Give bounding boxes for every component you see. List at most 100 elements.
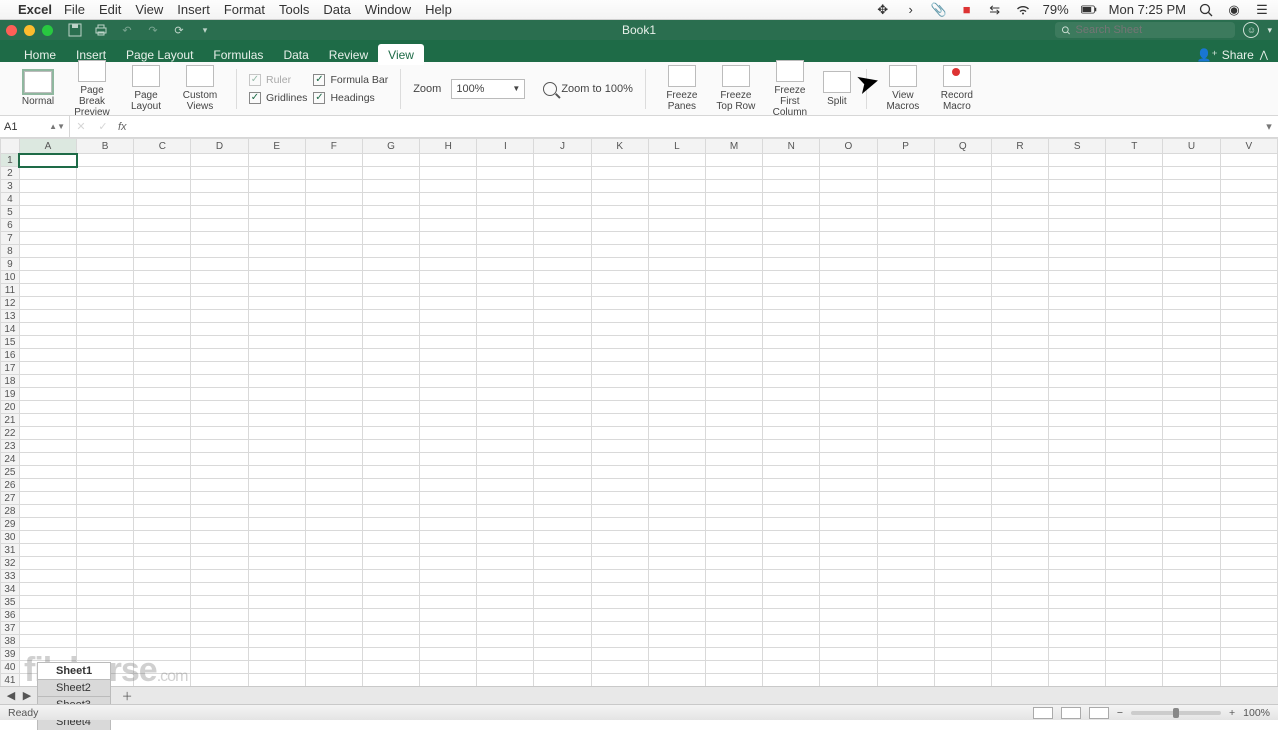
column-header[interactable]: Q bbox=[934, 139, 991, 154]
cell[interactable] bbox=[477, 245, 534, 258]
cell[interactable] bbox=[477, 180, 534, 193]
menu-window[interactable]: Window bbox=[365, 2, 411, 17]
search-sheet-box[interactable] bbox=[1055, 22, 1235, 38]
cell[interactable] bbox=[362, 258, 419, 271]
cell[interactable] bbox=[705, 258, 762, 271]
cell[interactable] bbox=[534, 388, 591, 401]
cell[interactable] bbox=[305, 544, 362, 557]
menu-file[interactable]: File bbox=[64, 2, 85, 17]
cell[interactable] bbox=[1163, 661, 1220, 674]
cell[interactable] bbox=[705, 492, 762, 505]
column-header[interactable]: E bbox=[248, 139, 305, 154]
cell[interactable] bbox=[1106, 609, 1163, 622]
cell[interactable] bbox=[1163, 336, 1220, 349]
cell[interactable] bbox=[934, 362, 991, 375]
cell[interactable] bbox=[1106, 661, 1163, 674]
cell[interactable] bbox=[362, 336, 419, 349]
cell[interactable] bbox=[477, 310, 534, 323]
cell[interactable] bbox=[705, 648, 762, 661]
cell[interactable] bbox=[305, 284, 362, 297]
row-header[interactable]: 36 bbox=[1, 609, 20, 622]
cell[interactable] bbox=[134, 570, 191, 583]
cell[interactable] bbox=[763, 544, 820, 557]
cell[interactable] bbox=[820, 297, 877, 310]
cell[interactable] bbox=[1220, 180, 1277, 193]
cell[interactable] bbox=[1106, 323, 1163, 336]
cell[interactable] bbox=[248, 167, 305, 180]
cell[interactable] bbox=[248, 323, 305, 336]
cell[interactable] bbox=[763, 297, 820, 310]
cell[interactable] bbox=[820, 180, 877, 193]
cell[interactable] bbox=[534, 596, 591, 609]
cell[interactable] bbox=[820, 427, 877, 440]
name-box[interactable]: A1▲▼ bbox=[0, 116, 70, 137]
cell[interactable] bbox=[648, 193, 705, 206]
cell[interactable] bbox=[19, 297, 76, 310]
cell[interactable] bbox=[991, 323, 1048, 336]
cell[interactable] bbox=[877, 453, 934, 466]
cell[interactable] bbox=[648, 453, 705, 466]
cell[interactable] bbox=[763, 258, 820, 271]
cell[interactable] bbox=[248, 674, 305, 687]
cell[interactable] bbox=[991, 219, 1048, 232]
cell[interactable] bbox=[820, 570, 877, 583]
cell[interactable] bbox=[1163, 440, 1220, 453]
cell[interactable] bbox=[77, 245, 134, 258]
cell[interactable] bbox=[591, 154, 648, 167]
cell[interactable] bbox=[877, 193, 934, 206]
sheet-tab-sheet1[interactable]: Sheet1 bbox=[37, 662, 111, 679]
headings-checkbox[interactable]: ✓Headings bbox=[313, 92, 388, 104]
cell[interactable] bbox=[1163, 375, 1220, 388]
zoom-to-100-button[interactable]: Zoom to 100% bbox=[543, 82, 633, 96]
cell[interactable] bbox=[77, 622, 134, 635]
cell[interactable] bbox=[305, 622, 362, 635]
cell[interactable] bbox=[648, 583, 705, 596]
cell[interactable] bbox=[420, 518, 477, 531]
add-sheet-button[interactable]: ＋ bbox=[117, 688, 137, 704]
column-header[interactable]: P bbox=[877, 139, 934, 154]
cell[interactable] bbox=[591, 453, 648, 466]
cell[interactable] bbox=[420, 167, 477, 180]
cell[interactable] bbox=[134, 440, 191, 453]
cell[interactable] bbox=[591, 648, 648, 661]
cell[interactable] bbox=[77, 271, 134, 284]
cell[interactable] bbox=[991, 336, 1048, 349]
cell[interactable] bbox=[19, 440, 76, 453]
cell[interactable] bbox=[763, 219, 820, 232]
cell[interactable] bbox=[248, 635, 305, 648]
cell[interactable] bbox=[991, 310, 1048, 323]
cell[interactable] bbox=[248, 206, 305, 219]
cell[interactable] bbox=[362, 284, 419, 297]
cell[interactable] bbox=[1163, 310, 1220, 323]
cell[interactable] bbox=[1106, 440, 1163, 453]
cell[interactable] bbox=[248, 245, 305, 258]
cell[interactable] bbox=[705, 570, 762, 583]
cell[interactable] bbox=[191, 531, 248, 544]
cell[interactable] bbox=[648, 323, 705, 336]
cell[interactable] bbox=[19, 310, 76, 323]
cell[interactable] bbox=[934, 219, 991, 232]
row-header[interactable]: 2 bbox=[1, 167, 20, 180]
cell[interactable] bbox=[477, 362, 534, 375]
cell[interactable] bbox=[991, 453, 1048, 466]
cell[interactable] bbox=[763, 232, 820, 245]
cell[interactable] bbox=[1163, 362, 1220, 375]
cell[interactable] bbox=[991, 388, 1048, 401]
cell[interactable] bbox=[1163, 492, 1220, 505]
cell[interactable] bbox=[877, 492, 934, 505]
cell[interactable] bbox=[477, 388, 534, 401]
feedback-icon[interactable]: ☺ bbox=[1243, 22, 1259, 38]
cell[interactable] bbox=[19, 362, 76, 375]
cell[interactable] bbox=[134, 622, 191, 635]
cell[interactable] bbox=[991, 349, 1048, 362]
cell[interactable] bbox=[19, 323, 76, 336]
cell[interactable] bbox=[134, 388, 191, 401]
cell[interactable] bbox=[362, 219, 419, 232]
cell[interactable] bbox=[1220, 635, 1277, 648]
cell[interactable] bbox=[19, 154, 76, 167]
cell[interactable] bbox=[248, 180, 305, 193]
cell[interactable] bbox=[534, 206, 591, 219]
cell[interactable] bbox=[191, 219, 248, 232]
cell[interactable] bbox=[1106, 492, 1163, 505]
cell[interactable] bbox=[420, 375, 477, 388]
